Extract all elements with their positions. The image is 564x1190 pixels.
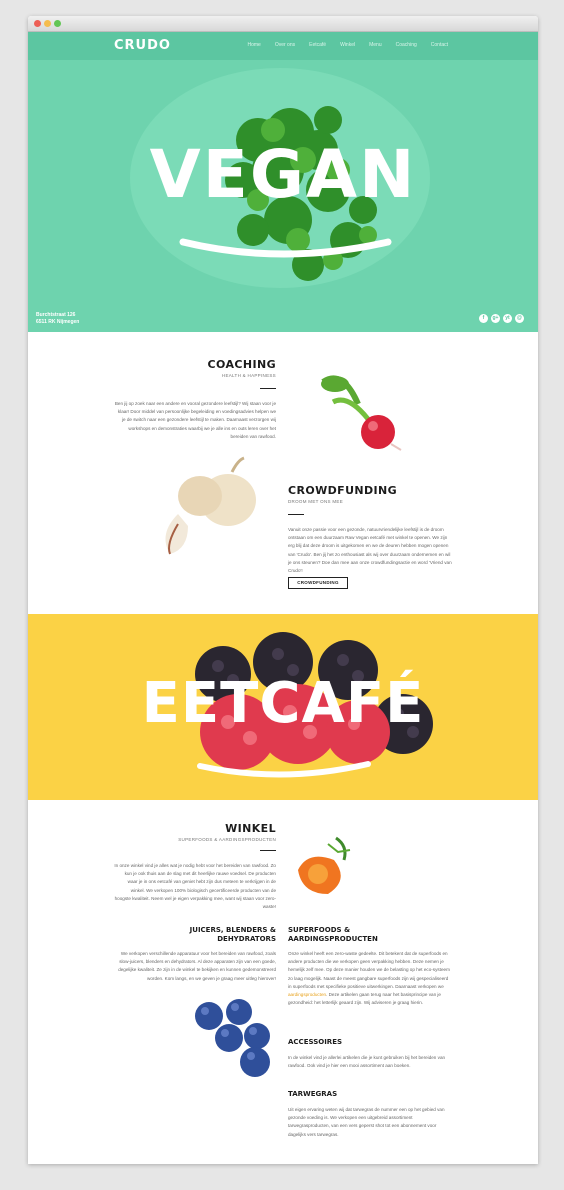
winkel-section: WINKEL SUPERFOODS & AARDINGSPRODUCTEN In… [28, 800, 538, 1148]
site-logo[interactable]: CRUDO [114, 38, 171, 53]
superfoods-title-line1: SUPERFOODS & [288, 926, 351, 934]
nav-item-coaching[interactable]: Coaching [396, 42, 417, 48]
hero-section: CRUDO Home Over ons Eetcafé Winkel Menu … [28, 32, 538, 332]
coaching-text: Ben jij op zoek naar een andere en voora… [114, 401, 276, 439]
nav-item-over-ons[interactable]: Over ons [275, 42, 295, 48]
crowdfunding-heading: CROWDFUNDING DROOM MET ONS MEE [288, 484, 397, 504]
winkel-text: In onze winkel vind je alles wat je nodi… [114, 863, 276, 910]
nav-menu: Home Over ons Eetcafé Winkel Menu Coachi… [247, 42, 448, 48]
crowdfunding-text: Vanuit onze passie voor een gezonde, nat… [288, 527, 452, 574]
crowdfunding-title: CROWDFUNDING [288, 484, 398, 497]
eetcafe-title: EETCAFÉ [141, 671, 425, 736]
hero-title: VEGAN [149, 136, 417, 213]
email-icon[interactable]: @ [515, 314, 524, 323]
facebook-icon[interactable]: f [479, 314, 488, 323]
tarwegras-title: TARWEGRAS [288, 1090, 338, 1098]
superfoods-heading: SUPERFOODS & AARDINGSPRODUCTEN [288, 926, 378, 944]
juicers-title-line2: DEHYDRATORS [217, 935, 276, 943]
coaching-heading: COACHING HEALTH & HAPPINESS [208, 358, 276, 378]
winkel-divider [260, 850, 276, 851]
winkel-heading: WINKEL SUPERFOODS & AARDINGSPRODUCTEN [178, 822, 276, 842]
close-window-button[interactable] [34, 20, 41, 27]
winkel-subtitle: SUPERFOODS & AARDINGSPRODUCTEN [178, 837, 276, 842]
coaching-subtitle: HEALTH & HAPPINESS [221, 373, 276, 378]
juicers-title-line1: JUICERS, BLENDERS & [189, 926, 276, 934]
coaching-divider [260, 388, 276, 389]
superfoods-title-line2: AARDINGSPRODUCTEN [288, 935, 378, 943]
maximize-window-button[interactable] [54, 20, 61, 27]
coaching-section: COACHING HEALTH & HAPPINESS Ben jij op z… [28, 332, 538, 614]
coaching-title: COACHING [207, 358, 276, 371]
physalis-illustration [298, 836, 351, 894]
browser-window: CRUDO Home Over ons Eetcafé Winkel Menu … [28, 16, 538, 1164]
juicers-heading: JUICERS, BLENDERS & DEHYDRATORS [190, 926, 276, 944]
minimize-window-button[interactable] [44, 20, 51, 27]
accessoires-text: In de winkel vind je allerlei artikelen … [288, 1055, 446, 1069]
garlic-illustration [165, 456, 256, 555]
tarwegras-text: Uit eigen ervaring weten wij dat tarwegr… [288, 1107, 445, 1137]
address: Burchtstraat 126 6511 RK Nijmegen [36, 312, 79, 326]
google-plus-icon[interactable]: g+ [491, 314, 500, 323]
youtube-icon[interactable]: yt [503, 314, 512, 323]
crowdfunding-divider [288, 514, 304, 515]
blueberries-illustration [195, 999, 270, 1077]
winkel-title: WINKEL [225, 822, 276, 835]
superfoods-text-body: Onze winkel heeft een zero-waste gedeelt… [288, 951, 450, 989]
eetcafe-section: EETCAFÉ [28, 614, 538, 800]
nav-item-home[interactable]: Home [247, 42, 260, 48]
address-city: 6511 RK Nijmegen [36, 319, 80, 325]
top-nav: CRUDO Home Over ons Eetcafé Winkel Menu … [28, 32, 538, 60]
nav-item-eetcafe[interactable]: Eetcafé [309, 42, 326, 48]
aardingsproducten-link[interactable]: aardingsproducten [288, 992, 326, 997]
browser-titlebar [28, 16, 538, 32]
crowdfunding-subtitle: DROOM MET ONS MEE [288, 499, 344, 504]
address-street: Burchtstraat 126 [36, 312, 76, 318]
radish-illustration [321, 375, 402, 451]
nav-item-contact[interactable]: Contact [431, 42, 448, 48]
juicers-text: We verkopen verschillende apparatuur voo… [118, 951, 276, 981]
nav-item-winkel[interactable]: Winkel [340, 42, 355, 48]
nav-item-menu[interactable]: Menu [369, 42, 382, 48]
social-links: f g+ yt @ [479, 314, 524, 323]
crowdfunding-button[interactable]: CROWDFUNDING [288, 577, 348, 589]
accessoires-title: ACCESSOIRES [288, 1038, 343, 1046]
superfoods-text: Onze winkel heeft een zero-waste gedeelt… [288, 950, 452, 1007]
